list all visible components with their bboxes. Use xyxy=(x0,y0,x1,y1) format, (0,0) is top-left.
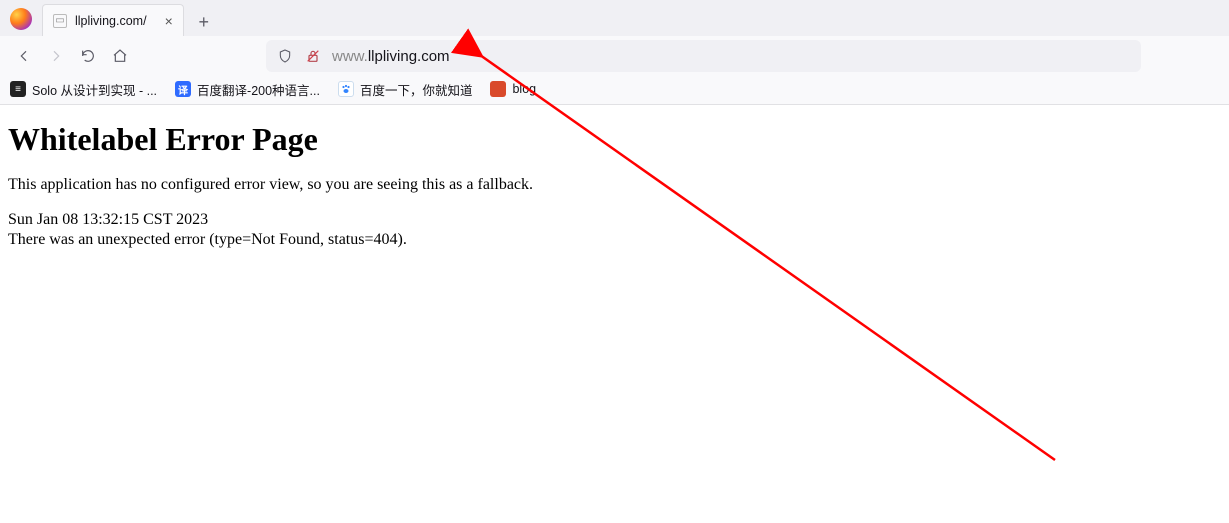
bookmark-icon: ≡ xyxy=(10,81,26,97)
nav-toolbar: www.llpliving.com xyxy=(0,36,1229,76)
bookmark-icon xyxy=(490,81,506,97)
error-detail: There was an unexpected error (type=Not … xyxy=(8,230,1221,250)
new-tab-button[interactable]: + xyxy=(190,8,218,36)
bookmark-item[interactable]: 译 百度翻译-200种语言... xyxy=(175,80,320,99)
browser-tab[interactable]: ▭ llpliving.com/ × xyxy=(42,4,184,36)
firefox-logo-icon xyxy=(10,8,32,30)
arrow-right-icon xyxy=(48,48,64,64)
bookmarks-bar: ≡ Solo 从设计到实现 - ... 译 百度翻译-200种语言... 百度一… xyxy=(0,76,1229,104)
browser-chrome: ▭ llpliving.com/ × + www.llpliving.com xyxy=(0,0,1229,105)
back-button[interactable] xyxy=(8,40,40,72)
page-content: Whitelabel Error Page This application h… xyxy=(0,105,1229,256)
tab-strip: ▭ llpliving.com/ × + xyxy=(0,0,1229,36)
lock-insecure-icon xyxy=(304,47,322,65)
arrow-left-icon xyxy=(16,48,32,64)
home-icon xyxy=(112,48,128,64)
tab-title: llpliving.com/ xyxy=(75,14,147,28)
reload-button[interactable] xyxy=(72,40,104,72)
bookmark-label: 百度一下，你就知道 xyxy=(360,80,473,99)
error-heading: Whitelabel Error Page xyxy=(8,121,1221,158)
tab-close-button[interactable]: × xyxy=(165,14,173,28)
shield-icon xyxy=(276,47,294,65)
home-button[interactable] xyxy=(104,40,136,72)
bookmark-item[interactable]: ≡ Solo 从设计到实现 - ... xyxy=(10,80,157,99)
page-favicon-icon: ▭ xyxy=(53,14,67,28)
error-subtext: This application has no configured error… xyxy=(8,176,1221,194)
url-host: llpliving.com xyxy=(368,48,450,65)
error-timestamp: Sun Jan 08 13:32:15 CST 2023 xyxy=(8,210,1221,230)
bookmark-label: Solo 从设计到实现 - ... xyxy=(32,80,157,99)
bookmark-label: blog xyxy=(512,82,536,96)
bookmark-label: 百度翻译-200种语言... xyxy=(197,80,320,99)
bookmark-item[interactable]: 百度一下，你就知道 xyxy=(338,80,473,99)
bookmark-item[interactable]: blog xyxy=(490,81,536,97)
forward-button xyxy=(40,40,72,72)
baidu-paw-icon xyxy=(338,81,354,97)
url-bar[interactable]: www.llpliving.com xyxy=(266,40,1141,72)
url-proto: www. xyxy=(332,48,368,65)
reload-icon xyxy=(80,48,96,64)
bookmark-icon: 译 xyxy=(175,81,191,97)
